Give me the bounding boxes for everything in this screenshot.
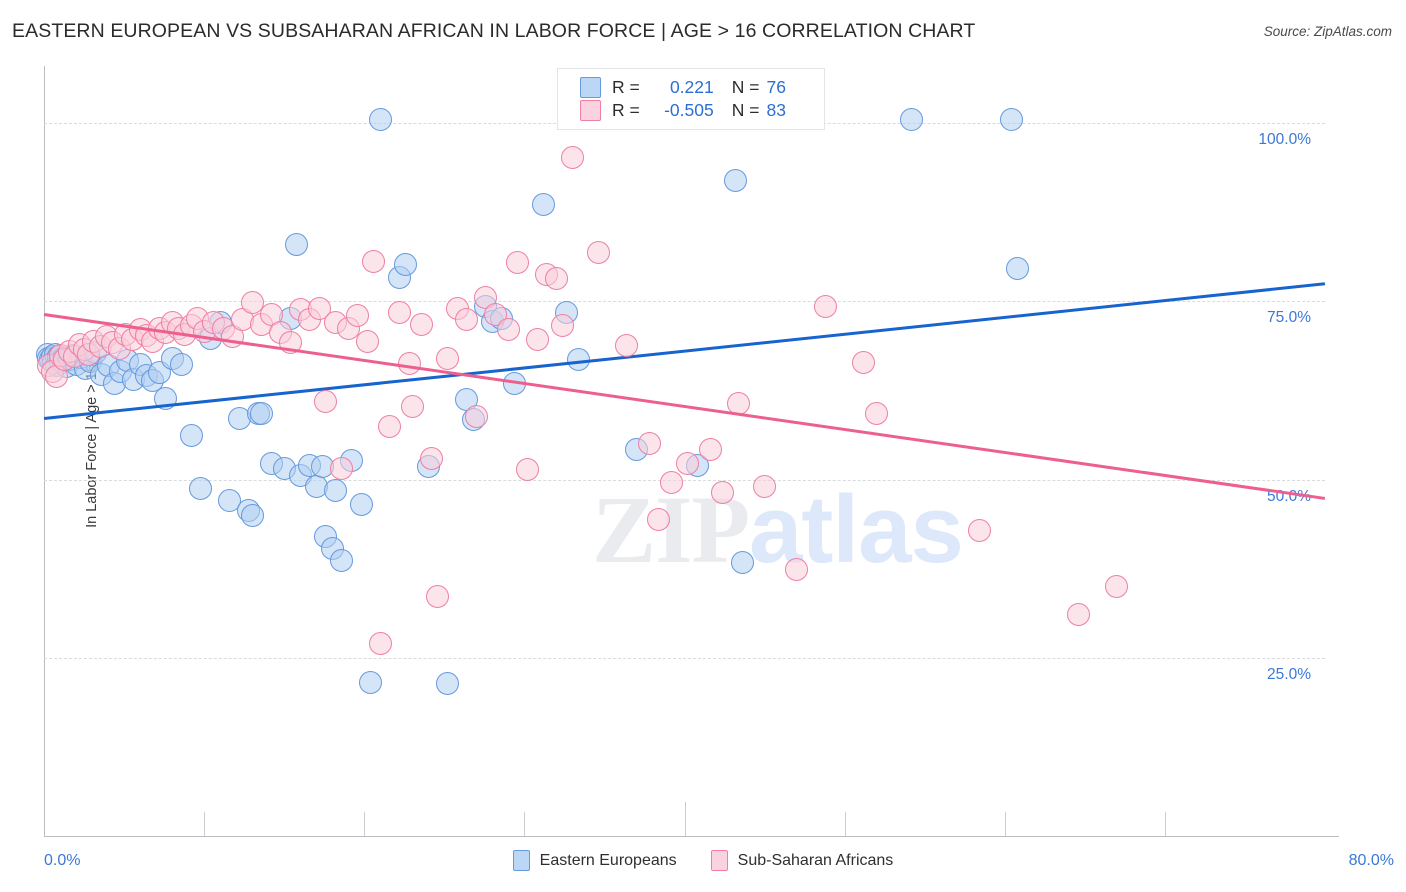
correlation-stats-box: R = 0.221 N = 76 R = -0.505 N = 83: [557, 68, 825, 130]
data-point[interactable]: [420, 446, 443, 470]
data-point[interactable]: [314, 389, 338, 413]
data-point[interactable]: [532, 192, 556, 216]
blue-r-value: 0.221: [669, 77, 714, 97]
data-point[interactable]: [378, 415, 402, 439]
data-point[interactable]: [426, 584, 450, 608]
data-point[interactable]: [179, 423, 203, 447]
data-point[interactable]: [496, 318, 520, 342]
legend-item-sub-saharan-africans[interactable]: Sub-Saharan Africans: [710, 850, 894, 871]
data-point[interactable]: [525, 328, 549, 352]
data-point[interactable]: [711, 480, 735, 504]
data-point[interactable]: [387, 301, 411, 325]
data-point[interactable]: [250, 401, 274, 425]
x-axis-line: [44, 836, 1339, 837]
data-point[interactable]: [753, 475, 777, 499]
series-legend: Eastern Europeans Sub-Saharan Africans: [0, 850, 1406, 871]
x-tick-70: [1164, 812, 1166, 836]
data-point[interactable]: [455, 308, 479, 332]
pink-swatch-icon: [580, 100, 601, 121]
data-point[interactable]: [967, 519, 991, 543]
x-tick-40: [684, 802, 686, 836]
gridline-50: [44, 479, 1325, 481]
plot-area: ZIPatlas 100.0% 75.0% 50.0% 25.0%: [35, 66, 1326, 836]
data-point[interactable]: [436, 671, 459, 695]
data-point[interactable]: [637, 432, 661, 456]
blue-n-value: 76: [766, 77, 786, 97]
data-point[interactable]: [551, 314, 575, 338]
data-point[interactable]: [516, 458, 540, 482]
x-tick-20: [364, 812, 366, 836]
data-point[interactable]: [1066, 603, 1090, 627]
data-point[interactable]: [362, 249, 386, 273]
data-point[interactable]: [436, 346, 459, 370]
pink-n-label: N =: [731, 100, 760, 120]
data-point[interactable]: [647, 507, 671, 531]
data-point[interactable]: [544, 266, 568, 290]
data-point[interactable]: [349, 492, 373, 516]
data-point[interactable]: [359, 670, 383, 694]
legend-blue-label: Eastern Europeans: [539, 851, 677, 869]
data-point[interactable]: [865, 402, 889, 426]
data-point[interactable]: [189, 476, 213, 500]
data-point[interactable]: [1006, 256, 1030, 280]
watermark: ZIPatlas: [592, 474, 964, 585]
blue-r-label: R =: [612, 77, 640, 97]
pink-r-label: R =: [612, 100, 640, 120]
data-point[interactable]: [355, 329, 379, 353]
y-tick-label-100: 100.0%: [1258, 131, 1311, 149]
data-point[interactable]: [170, 352, 194, 376]
legend-blue-swatch-icon: [512, 850, 530, 871]
watermark-atlas: atlas: [749, 476, 964, 583]
y-tick-label-25: 25.0%: [1267, 665, 1311, 683]
trendline-blue: [43, 282, 1326, 421]
stats-row-blue: R = 0.221 N = 76: [580, 77, 824, 98]
source-label: Source: ZipAtlas.com: [1263, 24, 1392, 39]
data-point[interactable]: [586, 241, 610, 265]
blue-n-label: N =: [731, 77, 760, 97]
data-point[interactable]: [240, 503, 264, 527]
x-tick-50: [844, 812, 846, 836]
data-point[interactable]: [785, 557, 809, 581]
data-point[interactable]: [346, 304, 370, 328]
data-point[interactable]: [394, 253, 418, 277]
y-tick-label-75: 75.0%: [1267, 309, 1311, 327]
data-point[interactable]: [852, 351, 876, 375]
gridline-25: [44, 657, 1325, 659]
data-point[interactable]: [410, 312, 434, 336]
data-point[interactable]: [560, 145, 584, 169]
data-point[interactable]: [330, 549, 354, 573]
data-point[interactable]: [464, 405, 488, 429]
data-point[interactable]: [698, 438, 722, 462]
page-title: EASTERN EUROPEAN VS SUBSAHARAN AFRICAN I…: [12, 20, 976, 42]
legend-pink-swatch-icon: [710, 850, 728, 871]
blue-swatch-icon: [580, 77, 601, 98]
stats-row-pink: R = -0.505 N = 83: [580, 100, 824, 121]
correlation-chart: EASTERN EUROPEAN VS SUBSAHARAN AFRICAN I…: [0, 0, 1406, 892]
data-point[interactable]: [330, 456, 354, 480]
data-point[interactable]: [368, 107, 392, 131]
data-point[interactable]: [813, 295, 837, 319]
data-point[interactable]: [368, 632, 392, 655]
x-tick-30: [524, 812, 526, 836]
data-point[interactable]: [724, 168, 748, 192]
data-point[interactable]: [400, 395, 424, 419]
data-point[interactable]: [900, 107, 924, 131]
x-tick-10: [204, 812, 206, 836]
pink-r-value: -0.505: [664, 100, 714, 120]
legend-pink-label: Sub-Saharan Africans: [737, 851, 894, 869]
data-point[interactable]: [660, 470, 684, 494]
data-point[interactable]: [730, 550, 754, 574]
data-point[interactable]: [615, 333, 639, 357]
data-point[interactable]: [1105, 574, 1129, 598]
data-point[interactable]: [323, 478, 347, 502]
data-point[interactable]: [506, 251, 530, 275]
data-point[interactable]: [285, 232, 309, 256]
x-tick-60: [1004, 812, 1006, 836]
pink-n-value: 83: [766, 100, 786, 120]
data-point[interactable]: [999, 107, 1023, 131]
legend-item-eastern-europeans[interactable]: Eastern Europeans: [512, 850, 677, 871]
